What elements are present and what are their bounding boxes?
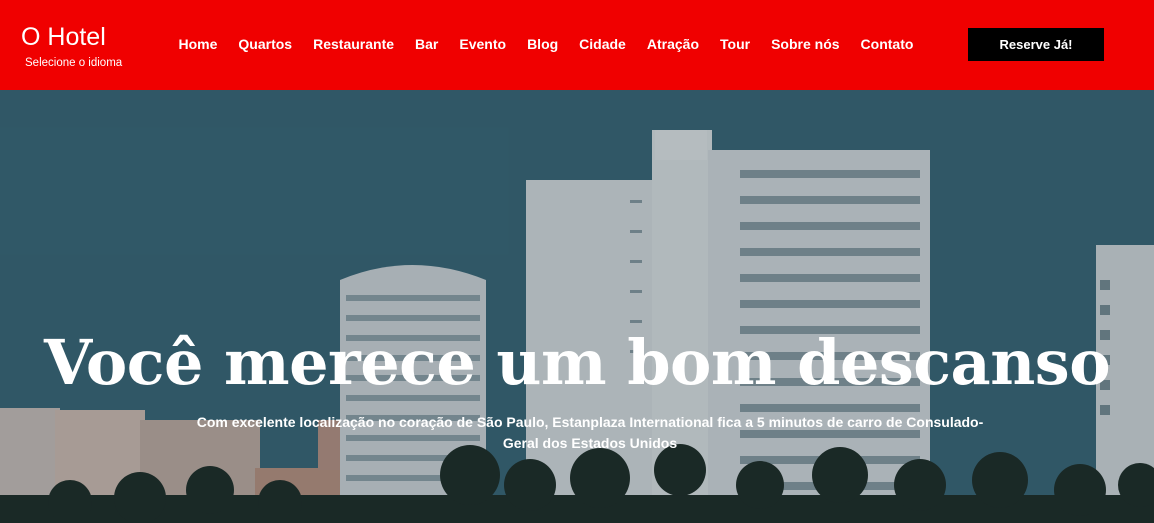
- site-title[interactable]: O Hotel: [21, 23, 122, 51]
- nav-item-restaurante[interactable]: Restaurante: [303, 36, 405, 53]
- hero-section: Você merece um bom descanso Com excelent…: [0, 90, 1154, 523]
- nav-item-blog[interactable]: Blog: [517, 36, 569, 53]
- nav-item-sobre-nos[interactable]: Sobre nós: [761, 36, 850, 53]
- site-header: O Hotel Selecione o idioma Home Quartos …: [0, 0, 1154, 90]
- reserve-button[interactable]: Reserve Já!: [968, 28, 1104, 61]
- nav-item-bar[interactable]: Bar: [405, 36, 449, 53]
- nav-item-evento[interactable]: Evento: [449, 36, 517, 53]
- nav-item-atracao[interactable]: Atração: [636, 36, 709, 53]
- nav-item-contato[interactable]: Contato: [850, 36, 924, 53]
- hero-subtitle: Com excelente localização no coração de …: [196, 414, 984, 451]
- nav-item-tour[interactable]: Tour: [710, 36, 761, 53]
- nav-item-home[interactable]: Home: [168, 36, 228, 53]
- nav-item-quartos[interactable]: Quartos: [228, 36, 303, 53]
- nav-item-cidade[interactable]: Cidade: [569, 36, 637, 53]
- hero-title: Você merece um bom descanso: [43, 326, 1111, 399]
- language-selector[interactable]: Selecione o idioma: [25, 56, 122, 70]
- main-nav: Home Quartos Restaurante Bar Evento Blog…: [168, 36, 924, 53]
- hero-overlay: [0, 90, 1154, 523]
- brand-block: O Hotel Selecione o idioma: [21, 23, 122, 70]
